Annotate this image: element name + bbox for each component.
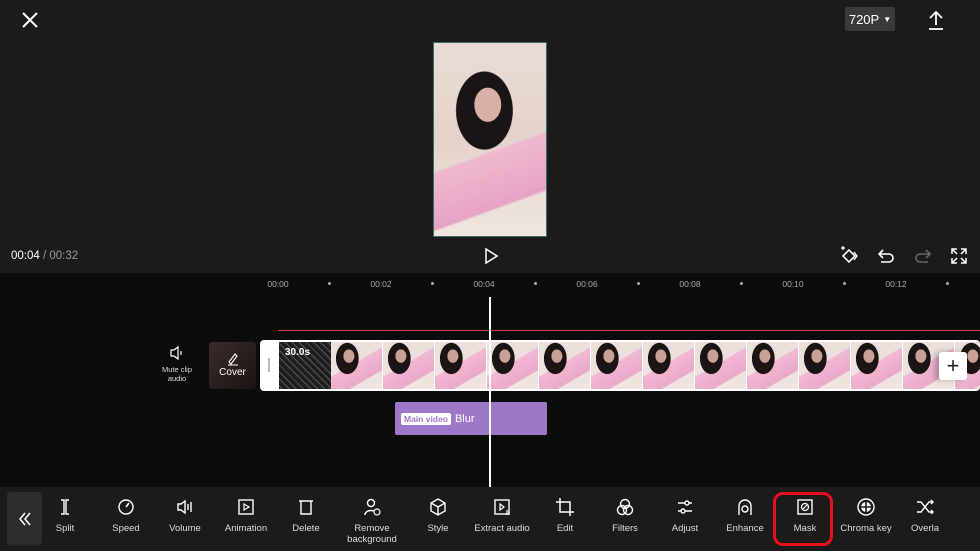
- ruler-label: 00:12: [885, 279, 907, 289]
- time-display: 00:04 / 00:32: [11, 250, 78, 262]
- adjust-icon: [678, 500, 692, 514]
- ruler-dot: [431, 282, 434, 285]
- style-icon: [430, 498, 446, 516]
- effect-tag: Main video: [401, 412, 451, 425]
- tool-label: Adjust: [671, 523, 699, 534]
- remove-background-icon: [364, 498, 381, 516]
- tool-label: Split: [55, 523, 75, 534]
- effect-clip[interactable]: Main video Blur: [395, 402, 547, 435]
- ruler-label: 00:00: [267, 279, 289, 289]
- animation-icon: [238, 499, 254, 515]
- tool-split[interactable]: Split: [30, 497, 100, 534]
- ruler-dot: [328, 282, 331, 285]
- filters-icon: [616, 498, 634, 516]
- time-separator: /: [39, 250, 50, 262]
- clip-frame: [539, 342, 590, 389]
- resolution-label: 720P: [848, 11, 880, 27]
- close-icon[interactable]: [18, 8, 42, 32]
- split-icon: [61, 499, 69, 515]
- clip-duration: 30.0s: [285, 347, 311, 358]
- clip-frame: [591, 342, 642, 389]
- caret-down-icon: ▼: [883, 14, 892, 24]
- tool-label: Overla: [911, 523, 939, 534]
- cover-button[interactable]: Cover: [209, 342, 256, 389]
- edit-icon: [556, 498, 574, 516]
- tool-label: Enhance: [726, 523, 764, 534]
- upload-icon[interactable]: [926, 9, 946, 31]
- ruler-label: 00:04: [473, 279, 495, 289]
- tool-label: Style: [427, 523, 449, 534]
- ruler-dot: [946, 282, 949, 285]
- tool-remove-background[interactable]: Remove background: [337, 497, 407, 545]
- playhead[interactable]: [489, 297, 491, 487]
- tool-label: Animation: [224, 523, 268, 534]
- tool-volume[interactable]: Volume: [150, 497, 220, 534]
- mask-highlight: [773, 492, 833, 546]
- resolution-dropdown[interactable]: 720P ▼: [845, 7, 895, 31]
- clip-frame: [695, 342, 746, 389]
- mute-label: Mute clip audio: [161, 365, 192, 383]
- fullscreen-icon[interactable]: [949, 246, 969, 266]
- enhance-icon: [738, 499, 752, 515]
- ruler-label: 00:10: [782, 279, 804, 289]
- pencil-icon: [227, 353, 238, 366]
- tool-style[interactable]: Style: [403, 497, 473, 534]
- overla-icon: [917, 499, 934, 515]
- speed-icon: [118, 499, 134, 515]
- tool-label: Remove background: [347, 523, 397, 545]
- keyframe-icon[interactable]: [839, 246, 859, 266]
- volume-icon: [177, 499, 192, 515]
- tool-label: Edit: [556, 523, 574, 534]
- extract-audio-icon: [494, 499, 510, 515]
- ruler-dot: [843, 282, 846, 285]
- effect-name: Blur: [454, 412, 475, 425]
- tool-label: Extract audio: [474, 523, 530, 534]
- play-icon[interactable]: [482, 247, 500, 265]
- clip-frame: [435, 342, 486, 389]
- audio-line: [278, 330, 980, 331]
- clip-frame: [331, 342, 382, 389]
- clip-frame: [799, 342, 850, 389]
- video-preview[interactable]: [433, 42, 547, 237]
- undo-icon[interactable]: [876, 246, 896, 266]
- tool-label: Filters: [612, 523, 638, 534]
- clip-frame: [487, 342, 538, 389]
- add-clip-button[interactable]: +: [939, 352, 967, 380]
- chroma-key-icon: [857, 498, 875, 516]
- ruler-label: 00:02: [370, 279, 392, 289]
- delete-icon: [299, 500, 313, 515]
- ruler-dot: [534, 282, 537, 285]
- clip-frame: [383, 342, 434, 389]
- total-time: 00:32: [49, 250, 79, 262]
- redo-icon[interactable]: [913, 246, 933, 266]
- clip-trim-handle[interactable]: [268, 358, 270, 372]
- ruler-label: 00:08: [679, 279, 701, 289]
- tool-overla[interactable]: Overla: [890, 497, 960, 534]
- clip-frame: [747, 342, 798, 389]
- ruler-dot: [740, 282, 743, 285]
- tool-label: Volume: [169, 523, 201, 534]
- tool-delete[interactable]: Delete: [271, 497, 341, 534]
- tool-label: Chroma key: [840, 523, 892, 534]
- speaker-icon: [170, 345, 182, 361]
- clip-frame: [643, 342, 694, 389]
- cover-label: Cover: [219, 367, 246, 378]
- ruler-label: 00:06: [576, 279, 598, 289]
- video-clip-track[interactable]: 30.0s: [260, 340, 980, 391]
- tool-extract-audio[interactable]: Extract audio: [467, 497, 537, 534]
- mute-clip-audio-button[interactable]: Mute clip audio: [158, 345, 196, 383]
- clip-thumbnail: 30.0s: [279, 342, 331, 389]
- clip-frame: [851, 342, 902, 389]
- ruler-dot: [637, 282, 640, 285]
- tool-label: Speed: [112, 523, 140, 534]
- tool-label: Delete: [292, 523, 320, 534]
- current-time: 00:04: [11, 250, 40, 262]
